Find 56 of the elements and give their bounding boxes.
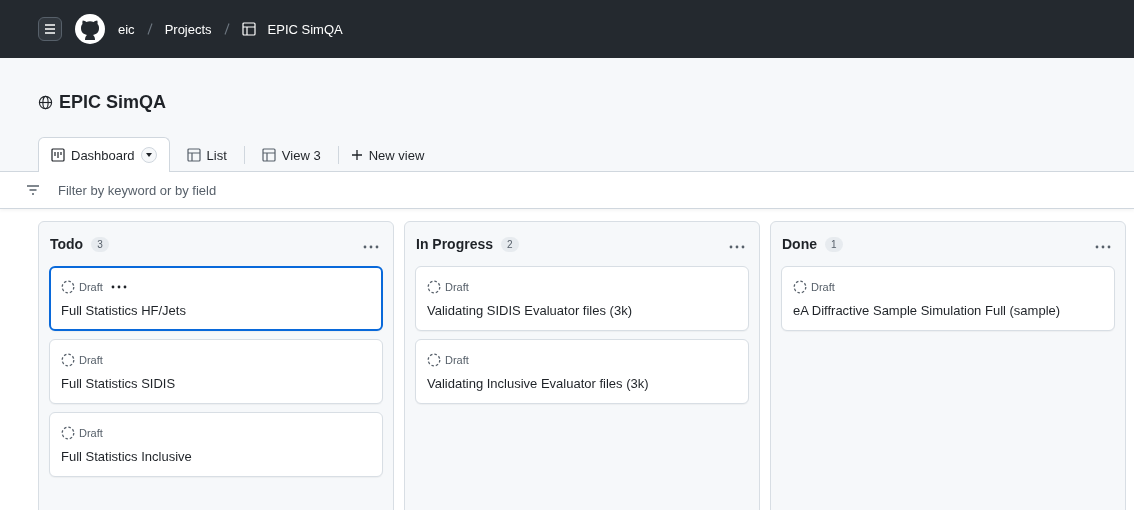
view-tab[interactable]: View 3 bbox=[248, 137, 334, 172]
item-count: 2 bbox=[501, 236, 519, 252]
item-card[interactable]: Draft Full Statistics Inclusive bbox=[49, 412, 383, 477]
item-card[interactable]: Draft eA Diffractive Sample Simulation Full (sample) bbox=[781, 266, 1115, 331]
column-title: Todo bbox=[50, 236, 84, 252]
board-icon bbox=[51, 148, 65, 162]
filter-icon bbox=[26, 185, 40, 195]
more-icon bbox=[110, 285, 127, 289]
column-title: Done bbox=[782, 236, 817, 252]
card-title: Full Statistics HF/Jets bbox=[61, 303, 187, 318]
menu-button[interactable] bbox=[38, 17, 62, 41]
plus-icon bbox=[350, 149, 363, 161]
slash-separator-icon bbox=[146, 23, 153, 35]
menu-icon bbox=[44, 24, 56, 34]
dropdown-caret-icon[interactable] bbox=[140, 147, 157, 163]
status-label: Draft bbox=[79, 281, 103, 293]
draft-icon bbox=[793, 280, 807, 294]
table-icon bbox=[186, 148, 201, 162]
project-title: EPIC SimQA bbox=[59, 92, 167, 113]
card-title: Validating SIDIS Evaluator files (3k) bbox=[427, 303, 633, 318]
draft-icon bbox=[61, 353, 75, 367]
octocat-logo-icon[interactable] bbox=[74, 13, 106, 45]
status-label: Draft bbox=[79, 354, 103, 366]
new-view-button[interactable]: New view bbox=[342, 138, 433, 172]
more-icon bbox=[363, 245, 379, 249]
card-title: eA Diffractive Sample Simulation Full (sample) bbox=[793, 303, 1062, 318]
card-title: Full Statistics Inclusive bbox=[61, 449, 193, 464]
item-card[interactable]: Draft Validating SIDIS Evaluator files (3k) bbox=[415, 266, 749, 331]
item-card[interactable]: Draft Full Statistics SIDIS bbox=[49, 339, 383, 404]
draft-icon bbox=[427, 353, 441, 367]
draft-icon bbox=[61, 280, 75, 294]
status-label: Draft bbox=[445, 354, 469, 366]
view-tab[interactable]: Dashboard bbox=[38, 137, 170, 172]
breadcrumb-link[interactable]: EPIC SimQA bbox=[267, 21, 343, 37]
draft-icon bbox=[427, 280, 441, 294]
status-label: Draft bbox=[811, 281, 835, 293]
card-title: Validating Inclusive Evaluator files (3k) bbox=[427, 376, 650, 391]
table-icon bbox=[241, 22, 256, 36]
draft-icon bbox=[61, 426, 75, 440]
item-card[interactable]: Draft Full Statistics HF/Jets bbox=[49, 266, 383, 331]
view-tab[interactable]: List bbox=[173, 137, 240, 172]
more-icon bbox=[729, 245, 745, 249]
column-title: In Progress bbox=[416, 236, 494, 252]
globe-icon bbox=[38, 95, 53, 110]
status-label: Draft bbox=[79, 427, 103, 439]
status-label: Draft bbox=[445, 281, 469, 293]
item-count: 1 bbox=[825, 236, 843, 252]
card-title: Full Statistics SIDIS bbox=[61, 376, 177, 391]
breadcrumb-link[interactable]: Projects bbox=[164, 21, 212, 37]
item-card[interactable]: Draft Validating Inclusive Evaluator files (3k) bbox=[415, 339, 749, 404]
item-count: 3 bbox=[91, 236, 109, 252]
slash-separator-icon bbox=[223, 23, 230, 35]
table-icon bbox=[261, 148, 276, 162]
filter-field[interactable]: Filter by keyword or by field bbox=[56, 181, 1108, 199]
breadcrumb-link[interactable]: eic bbox=[118, 21, 135, 37]
more-icon bbox=[1095, 245, 1111, 249]
